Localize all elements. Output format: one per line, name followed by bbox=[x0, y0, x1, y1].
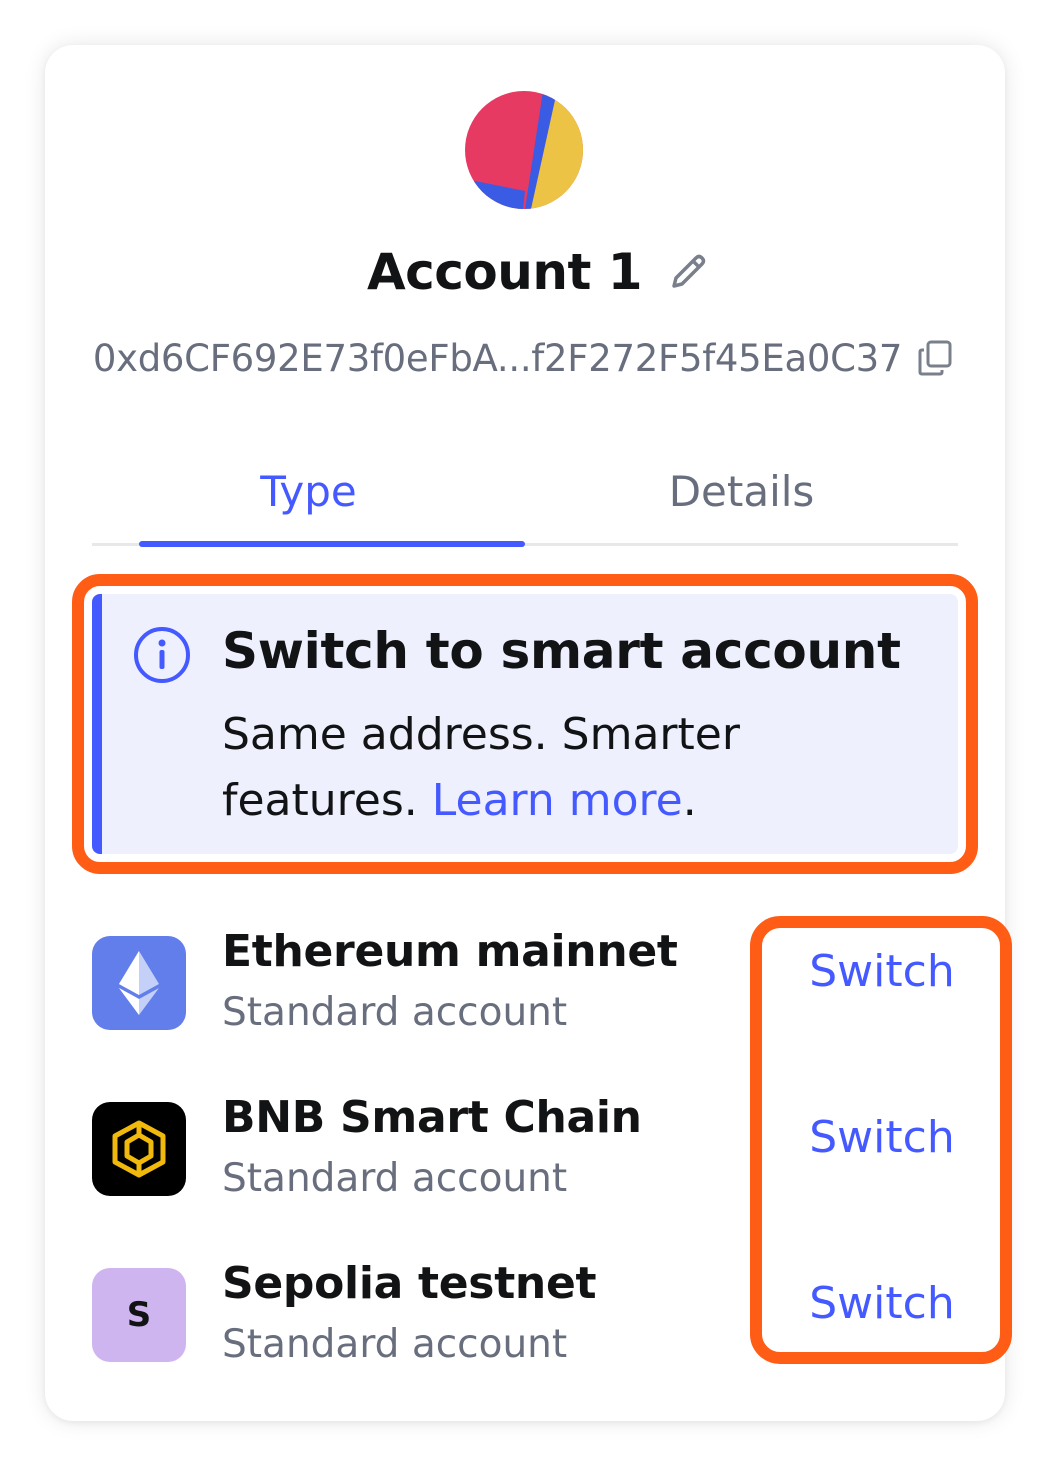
switch-buttons-highlight-box bbox=[750, 916, 1012, 1364]
banner-highlight-box bbox=[72, 574, 978, 874]
tab-type[interactable]: Type bbox=[92, 450, 525, 547]
account-avatar bbox=[465, 91, 583, 209]
sepolia-letter: S bbox=[126, 1295, 152, 1335]
tab-details[interactable]: Details bbox=[525, 450, 958, 543]
tab-bar: Type Details bbox=[92, 450, 958, 547]
network-account-type: Standard account bbox=[222, 1156, 568, 1201]
bnb-icon bbox=[92, 1102, 186, 1196]
copy-icon[interactable] bbox=[916, 338, 956, 378]
ethereum-icon bbox=[92, 936, 186, 1030]
network-name: Sepolia testnet bbox=[222, 1258, 597, 1309]
address-row: 0xd6CF692E73f0eFbA...f2F272F5f45Ea0C37 bbox=[0, 326, 1049, 390]
network-account-type: Standard account bbox=[222, 990, 568, 1035]
account-name: Account 1 bbox=[366, 243, 643, 301]
pencil-icon[interactable] bbox=[664, 248, 712, 296]
sepolia-icon: S bbox=[92, 1268, 186, 1362]
account-address: 0xd6CF692E73f0eFbA...f2F272F5f45Ea0C37 bbox=[92, 336, 903, 380]
account-name-row: Account 1 bbox=[0, 236, 1049, 308]
jazzicon-avatar-icon bbox=[465, 91, 583, 209]
network-name: BNB Smart Chain bbox=[222, 1092, 642, 1143]
network-name: Ethereum mainnet bbox=[222, 926, 678, 977]
screen: Account 1 0xd6CF692E73f0eFbA...f2F272F5f… bbox=[0, 0, 1049, 1466]
network-account-type: Standard account bbox=[222, 1322, 568, 1367]
